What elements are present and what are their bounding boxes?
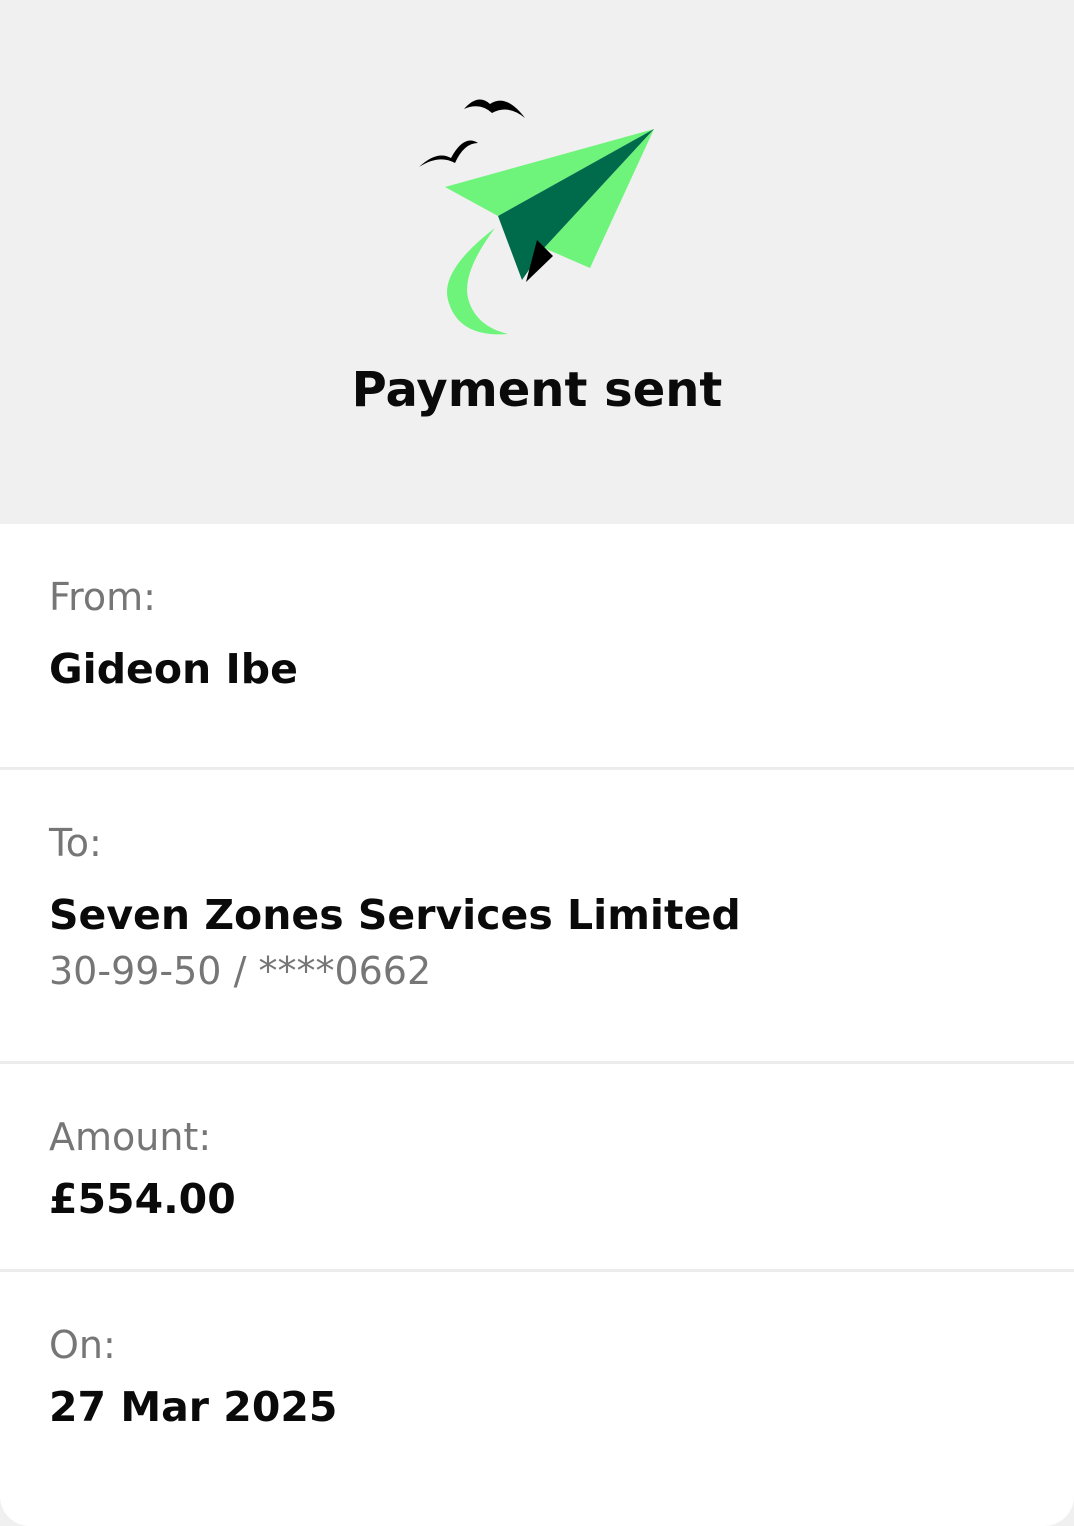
to-label: To: — [49, 821, 102, 865]
recipient-account: 30-99-50 / ****0662 — [49, 949, 432, 993]
date-label: On: — [49, 1323, 116, 1367]
date-value: 27 Mar 2025 — [49, 1383, 338, 1431]
sender-name: Gideon Ibe — [49, 645, 298, 693]
bird-icon — [419, 140, 478, 167]
to-section: To: Seven Zones Services Limited 30-99-5… — [0, 770, 1074, 1064]
from-section: From: Gideon Ibe — [0, 524, 1074, 770]
date-section: On: 27 Mar 2025 — [0, 1272, 1074, 1526]
payment-receipt: Payment sent From: Gideon Ibe To: Seven … — [0, 0, 1074, 1526]
receipt-header: Payment sent — [0, 0, 1074, 524]
amount-value: £554.00 — [49, 1175, 236, 1223]
from-label: From: — [49, 575, 156, 619]
amount-label: Amount: — [49, 1115, 212, 1159]
paper-plane-icon — [419, 99, 654, 335]
amount-section: Amount: £554.00 — [0, 1064, 1074, 1272]
recipient-name: Seven Zones Services Limited — [49, 891, 741, 939]
trail-swoosh — [446, 228, 508, 335]
bird-icon — [464, 99, 525, 118]
page-title: Payment sent — [351, 362, 723, 418]
